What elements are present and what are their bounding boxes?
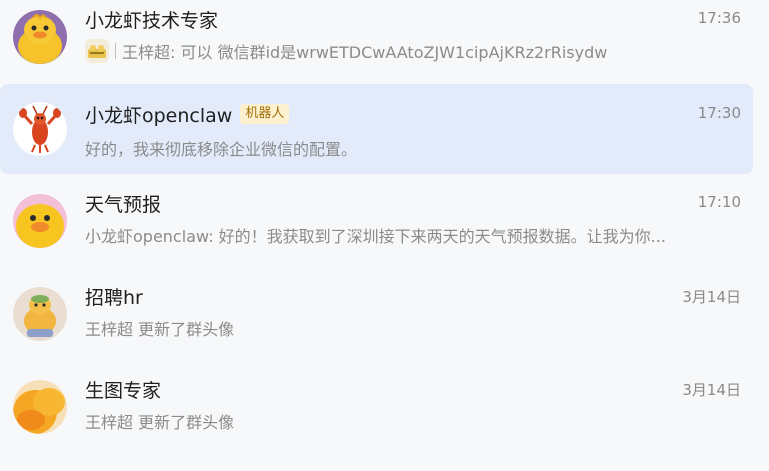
robot-badge: 机器人	[240, 104, 290, 124]
chat-preview-text: 王梓超 更新了群头像	[85, 413, 235, 432]
chat-name: 生图专家	[85, 379, 162, 402]
chat-preview: 王梓超: 可以 微信群id是wrwETDCwAAtoZJW1cipAjKRz2r…	[85, 39, 739, 63]
chat-preview: 好的，我来彻底移除企业微信的配置。	[85, 136, 739, 160]
chat-preview-text: 王梓超: 可以 微信群id是wrwETDCwAAtoZJW1cipAjKRz2r…	[122, 43, 608, 62]
chat-item-xiaolongxia-tech-expert[interactable]: 小龙虾技术专家 17:36 王梓超: 可以 微信群id是wrwETDCwAAto…	[0, 0, 753, 90]
yellow-duck-icon	[13, 10, 67, 64]
chat-time: 3月14日	[682, 381, 741, 399]
chat-name: 天气预报	[85, 193, 162, 216]
chat-title-row: 招聘hr 3月14日	[85, 281, 741, 311]
chat-item-recruit-hr[interactable]: 招聘hr 3月14日 王梓超 更新了群头像	[0, 277, 753, 367]
chat-time: 3月14日	[682, 288, 741, 306]
chat-time: 17:36	[697, 9, 741, 27]
chat-item-image-gen-expert[interactable]: 生图专家 3月14日 王梓超 更新了群头像	[0, 370, 753, 460]
chat-title-row: 小龙虾技术专家 17:36	[85, 4, 741, 34]
yellow-duck-icon	[13, 194, 67, 248]
chat-preview: 王梓超 更新了群头像	[85, 409, 739, 433]
chat-preview: 王梓超 更新了群头像	[85, 316, 739, 340]
chat-name: 小龙虾技术专家	[85, 9, 219, 32]
chat-title-row: 天气预报 17:10	[85, 188, 741, 218]
chat-item-weather-forecast[interactable]: 天气预报 17:10 小龙虾openclaw: 好的！我获取到了深圳接下来两天的…	[0, 184, 753, 274]
chat-preview-text: 小龙虾openclaw: 好的！我获取到了深圳接下来两天的天气预报数据。让我为你…	[85, 227, 666, 246]
chat-time: 17:10	[697, 193, 741, 211]
chat-title-row: 生图专家 3月14日	[85, 374, 741, 404]
chat-item-xiaolongxia-openclaw[interactable]: 小龙虾openclaw 机器人 17:30 好的，我来彻底移除企业微信的配置。	[0, 84, 753, 174]
group-avatar-icon	[85, 39, 109, 63]
duck-figure-icon	[13, 287, 67, 341]
crayfish-icon	[13, 102, 67, 156]
chat-name: 招聘hr	[85, 286, 143, 309]
chat-preview-text: 王梓超 更新了群头像	[85, 320, 235, 339]
chat-title-row: 小龙虾openclaw 机器人 17:30	[85, 99, 741, 129]
chat-time: 17:30	[697, 104, 741, 122]
orange-duck-icon	[13, 380, 67, 434]
preview-separator	[115, 43, 116, 59]
chat-list: 小龙虾技术专家 17:36 王梓超: 可以 微信群id是wrwETDCwAAto…	[0, 0, 769, 471]
chat-preview: 小龙虾openclaw: 好的！我获取到了深圳接下来两天的天气预报数据。让我为你…	[85, 223, 739, 247]
chat-name: 小龙虾openclaw	[85, 104, 233, 127]
chat-preview-text: 好的，我来彻底移除企业微信的配置。	[85, 140, 358, 159]
